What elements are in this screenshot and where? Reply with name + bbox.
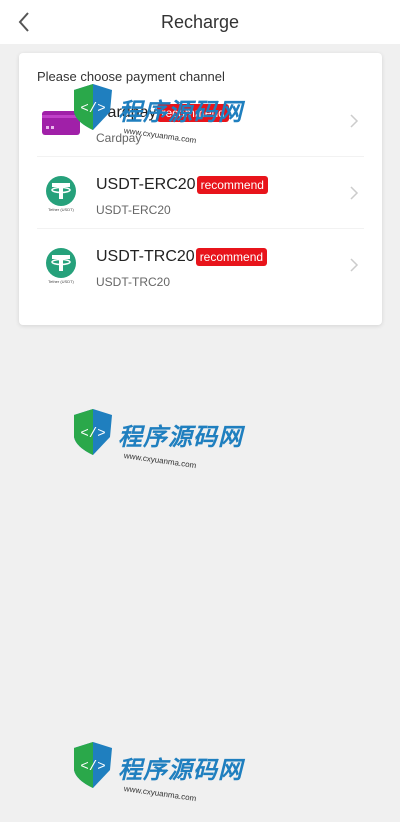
chevron-right-icon — [350, 114, 359, 128]
tether-label: Tether (USDT) — [48, 279, 74, 284]
card-icon — [42, 111, 80, 135]
channel-name-text: USDT-ERC20 — [96, 176, 196, 193]
channel-name: USDT-TRC20 recommend — [96, 248, 268, 266]
channel-name-text: Cardpay — [96, 104, 157, 121]
tether-icon: Tether (USDT) — [46, 176, 76, 212]
watermark-logo-icon: </> — [74, 742, 112, 788]
channel-subtitle: USDT-ERC20 — [96, 203, 171, 217]
watermark-logo-icon: </> — [74, 409, 112, 455]
recommend-badge: recommend — [196, 176, 268, 194]
watermark: </> 程序源码网 www.cxyuanma.com — [70, 736, 250, 816]
card-title: Please choose payment channel — [37, 69, 225, 84]
chevron-right-icon — [350, 258, 359, 272]
channel-name: USDT-ERC20 recommend — [96, 176, 268, 194]
svg-text:</>: </> — [80, 759, 105, 775]
channel-name-text: USDT-TRC20 — [96, 248, 195, 265]
channel-item-usdt-erc20[interactable]: Tether (USDT) USDT-ERC20 recommend USDT-… — [37, 161, 364, 229]
svg-text:</>: </> — [80, 426, 105, 442]
recommend-badge: recommend — [157, 104, 229, 122]
channel-item-cardpay[interactable]: Cardpay recommend Cardpay — [37, 89, 364, 157]
watermark-brand: 程序源码网 — [118, 750, 243, 785]
page-title: Recharge — [160, 11, 240, 32]
channel-item-usdt-trc20[interactable]: Tether (USDT) USDT-TRC20 recommend USDT-… — [37, 233, 364, 301]
watermark-url: www.cxyuanma.com — [123, 784, 197, 804]
chevron-right-icon — [350, 186, 359, 200]
tether-icon: Tether (USDT) — [46, 248, 76, 284]
channel-name: Cardpay recommend — [96, 104, 229, 122]
recommend-badge: recommend — [195, 248, 268, 266]
watermark-brand: 程序源码网 — [118, 417, 243, 452]
back-button[interactable] — [10, 8, 38, 36]
payment-channel-card: Please choose payment channel Cardpay re… — [19, 53, 382, 325]
channel-subtitle: USDT-TRC20 — [96, 275, 171, 289]
header-bar: Recharge — [0, 0, 400, 44]
channel-subtitle: Cardpay — [96, 131, 142, 145]
watermark: </> 程序源码网 www.cxyuanma.com — [70, 403, 250, 483]
tether-label: Tether (USDT) — [48, 207, 74, 212]
watermark-brand-text: 程序源码网 — [118, 757, 243, 784]
chevron-left-icon — [18, 12, 29, 32]
watermark-url: www.cxyuanma.com — [123, 451, 197, 471]
watermark-brand-text: 程序源码网 — [118, 424, 243, 451]
